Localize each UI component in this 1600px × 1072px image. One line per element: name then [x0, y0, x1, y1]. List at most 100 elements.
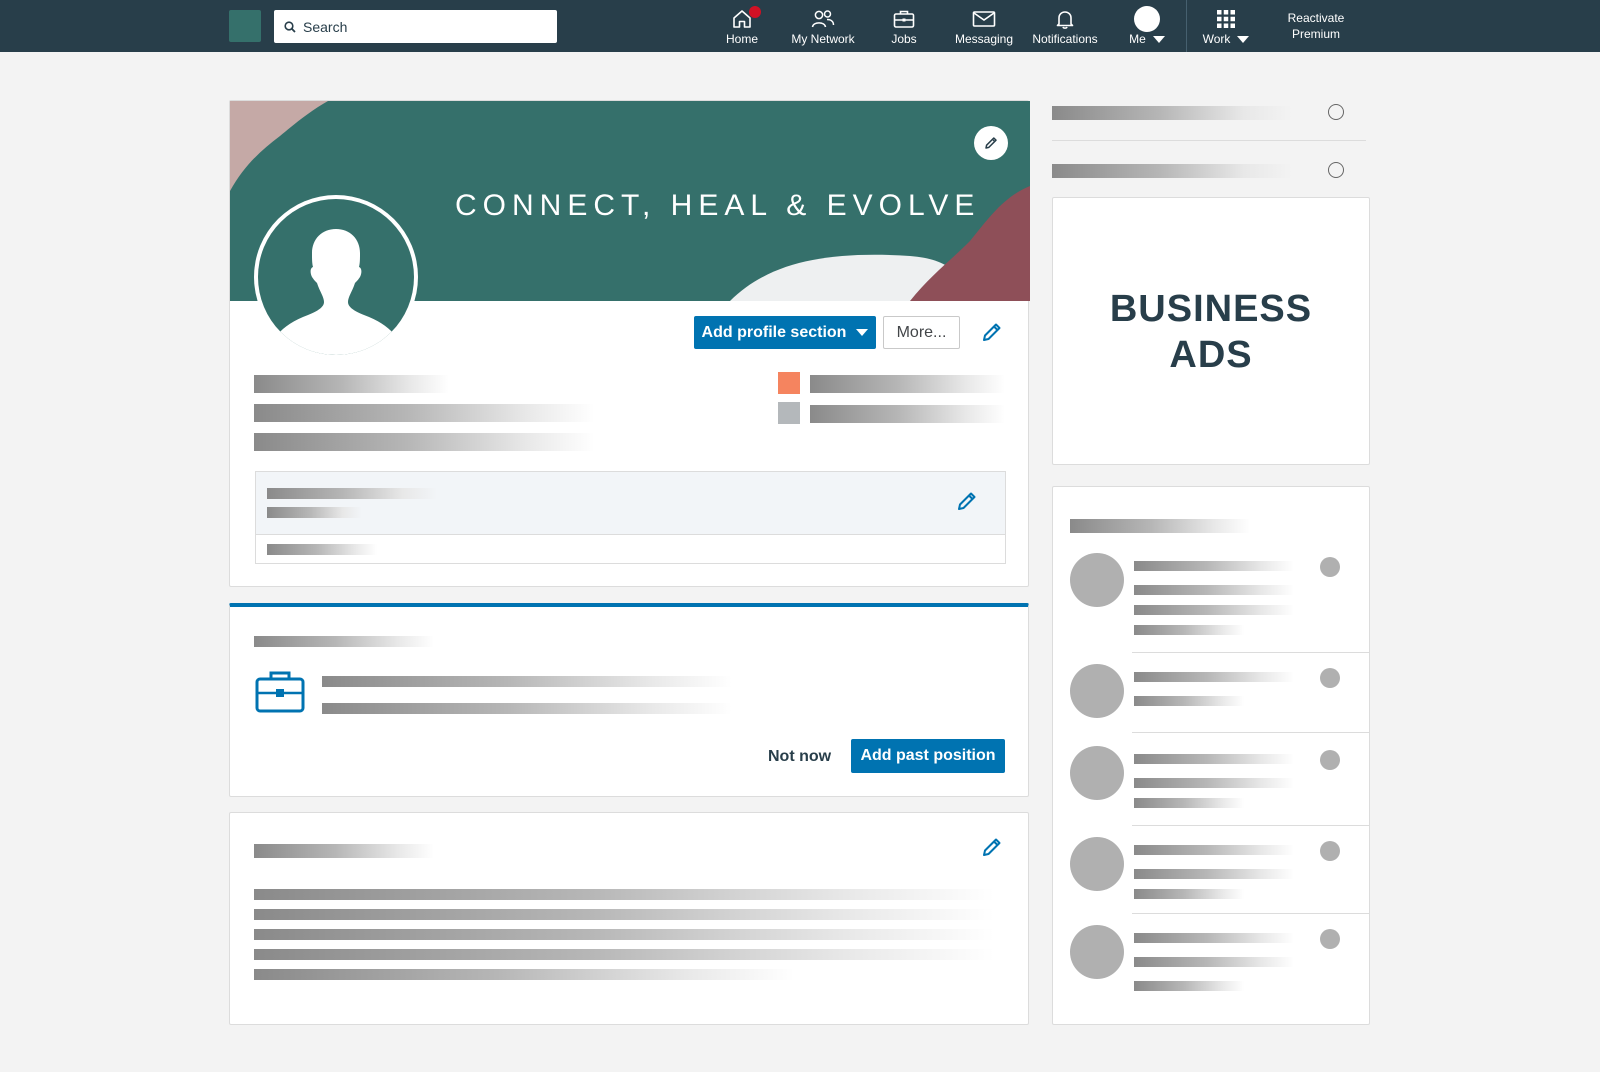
search-input[interactable]: Search: [274, 10, 557, 43]
nav-divider: [1186, 0, 1187, 52]
person-headline-placeholder: [1134, 798, 1244, 808]
ad-card[interactable]: BUSINESS ADS: [1052, 197, 1370, 465]
briefcase-icon: [893, 10, 915, 28]
name-placeholder: [254, 375, 449, 393]
person-name-placeholder: [1134, 561, 1294, 571]
people-icon: [811, 10, 835, 28]
person-headline-placeholder: [1134, 957, 1294, 967]
company-placeholder: [810, 375, 1005, 393]
ad-line-2: ADS: [1169, 334, 1253, 376]
divider: [1132, 652, 1369, 653]
open-to-header: [256, 472, 1005, 535]
edit-banner-button[interactable]: [974, 126, 1008, 160]
avatar: [1070, 837, 1124, 891]
about-line-placeholder-4: [254, 949, 994, 960]
school-placeholder: [810, 405, 1005, 423]
nav-my-network-label: My Network: [791, 32, 855, 46]
ad-text: BUSINESS ADS: [1053, 286, 1369, 378]
more-label: More...: [896, 323, 947, 341]
person-name-placeholder: [1134, 845, 1294, 855]
divider: [1132, 732, 1369, 733]
person-headline-placeholder: [1134, 981, 1244, 991]
people-also-viewed-card: [1052, 486, 1370, 1025]
reactivate-premium-link[interactable]: Reactivate Premium: [1278, 10, 1354, 42]
profile-photo[interactable]: [254, 195, 418, 359]
about-line-placeholder-1: [254, 889, 994, 900]
about-title-placeholder: [254, 844, 434, 858]
edit-open-to-pencil-icon[interactable]: [955, 489, 979, 513]
school-logo: [778, 402, 800, 424]
open-to-title-placeholder: [267, 488, 437, 499]
ad-line-1: BUSINESS: [1109, 288, 1313, 330]
nav-me-label: Me: [1129, 32, 1146, 46]
avatar: [1134, 6, 1160, 32]
person-name-placeholder: [1134, 754, 1294, 764]
open-to-box: [255, 471, 1006, 564]
connect-button[interactable]: [1320, 750, 1340, 770]
edit-language-placeholder[interactable]: [1052, 106, 1292, 120]
divider: [1052, 140, 1366, 141]
edit-intro-pencil-icon[interactable]: [980, 320, 1004, 344]
company-logo: [778, 372, 800, 394]
search-placeholder: Search: [303, 18, 348, 35]
profile-settings-links: [1052, 100, 1368, 190]
nav-messaging-label: Messaging: [954, 32, 1014, 46]
avatar: [1070, 664, 1124, 718]
nav-my-network[interactable]: My Network: [788, 6, 858, 48]
person-name-placeholder: [1134, 672, 1294, 682]
notification-badge: [749, 6, 761, 18]
add-past-position-button[interactable]: Add past position: [851, 739, 1005, 773]
grid-icon: [1217, 10, 1235, 28]
edit-about-pencil-icon[interactable]: [980, 835, 1004, 859]
banner-text: CONNECT, HEAL & EVOLVE: [455, 189, 981, 222]
add-profile-section-button[interactable]: Add profile section: [694, 316, 876, 349]
avatar: [1070, 746, 1124, 800]
person-headline-placeholder: [1134, 778, 1294, 788]
avatar: [1070, 553, 1124, 607]
briefcase-icon: [255, 671, 305, 713]
info-icon[interactable]: [1328, 162, 1344, 178]
nav-home[interactable]: Home: [722, 6, 762, 48]
open-to-link-placeholder[interactable]: [267, 544, 377, 555]
nav-home-label: Home: [725, 32, 758, 46]
person-headline-placeholder: [1134, 585, 1294, 595]
profile-card: CONNECT, HEAL & EVOLVE Add profile secti…: [229, 100, 1030, 587]
chevron-down-icon: [1237, 35, 1250, 43]
add-profile-section-label: Add profile section: [701, 323, 847, 341]
more-button[interactable]: More...: [883, 316, 960, 349]
about-card: [229, 812, 1029, 1025]
connect-button[interactable]: [1320, 841, 1340, 861]
nav-work-label: Work: [1202, 32, 1231, 46]
headline-placeholder: [254, 404, 594, 422]
premium-line-1: Reactivate: [1287, 11, 1345, 25]
section-title-placeholder: [1070, 519, 1250, 533]
nav-jobs[interactable]: Jobs: [884, 6, 924, 48]
premium-line-2: Premium: [1291, 27, 1340, 41]
person-headline-placeholder: [1134, 696, 1244, 706]
connect-button[interactable]: [1320, 668, 1340, 688]
prompt-title-placeholder: [254, 636, 434, 647]
nav-work[interactable]: Work: [1198, 6, 1254, 48]
chevron-down-icon: [856, 329, 869, 336]
nav-me[interactable]: Me: [1122, 6, 1172, 48]
prompt-text-placeholder-2: [322, 703, 732, 714]
about-line-placeholder-5: [254, 969, 794, 980]
not-now-button[interactable]: Not now: [768, 748, 831, 766]
pencil-icon: [985, 137, 997, 149]
connect-button[interactable]: [1320, 929, 1340, 949]
add-past-position-label: Add past position: [860, 747, 996, 764]
logo[interactable]: [229, 10, 261, 42]
nav-messaging[interactable]: Messaging: [952, 6, 1016, 48]
person-headline-placeholder: [1134, 625, 1244, 635]
nav-notifications[interactable]: Notifications: [1030, 6, 1100, 48]
envelope-icon: [972, 11, 996, 27]
info-icon[interactable]: [1328, 104, 1344, 120]
connect-button[interactable]: [1320, 557, 1340, 577]
experience-prompt-card: Not now Add past position: [229, 603, 1029, 797]
prompt-text-placeholder-1: [322, 676, 732, 687]
avatar: [1070, 925, 1124, 979]
edit-url-placeholder[interactable]: [1052, 164, 1292, 178]
about-line-placeholder-3: [254, 929, 994, 940]
person-name-placeholder: [1134, 933, 1294, 943]
bell-icon: [1056, 11, 1074, 29]
